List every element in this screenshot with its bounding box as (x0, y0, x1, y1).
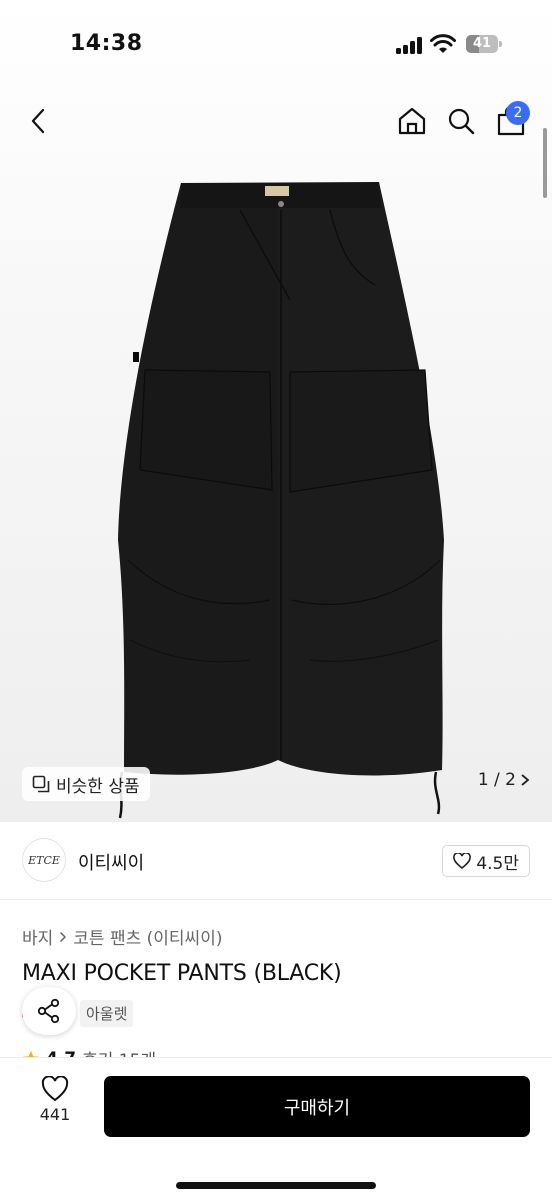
wishlist-count: 441 (39, 1105, 71, 1124)
similar-products-label: 비슷한 상품 (56, 776, 140, 797)
home-icon (398, 107, 426, 135)
brand-row[interactable]: ETCE 이티씨이 4.5만 (0, 822, 552, 900)
brand-like-count: 4.5만 (476, 853, 519, 874)
battery-level: 41 (472, 36, 492, 51)
search-button[interactable] (439, 88, 483, 154)
breadcrumb: 바지 코튼 팬츠 (이티씨이) (22, 924, 222, 949)
chevron-right-icon (521, 774, 530, 786)
home-indicator (176, 1182, 376, 1189)
brand-like-button[interactable]: 4.5만 (442, 845, 530, 877)
chevron-right-icon (60, 931, 67, 942)
brand-logo[interactable]: ETCE (22, 838, 66, 882)
outlet-tag: 아울렛 (80, 999, 134, 1027)
similar-icon (32, 775, 50, 793)
cart-count-badge: 2 (506, 101, 530, 125)
top-navigation (0, 88, 552, 154)
status-time: 14:38 (70, 31, 143, 56)
wifi-icon (430, 34, 456, 53)
buy-button[interactable]: 구매하기 (104, 1076, 530, 1137)
breadcrumb-category[interactable]: 바지 (22, 924, 53, 949)
search-icon (448, 108, 475, 135)
signal-icon (396, 36, 422, 54)
heart-icon (453, 853, 472, 869)
back-icon (31, 108, 45, 134)
breadcrumb-subcategory[interactable]: 코튼 팬츠 (이티씨이) (73, 924, 222, 949)
home-button[interactable] (390, 88, 434, 154)
similar-products-button[interactable]: 비슷한 상품 (22, 767, 150, 801)
brand-name[interactable]: 이티씨이 (78, 849, 144, 875)
product-title: MAXI POCKET PANTS (BLACK) (22, 961, 342, 986)
heart-icon (41, 1076, 69, 1102)
bottom-action-bar: 441 구매하기 (0, 1058, 552, 1200)
scrollbar[interactable] (543, 128, 547, 198)
share-icon (37, 998, 60, 1024)
pager-text: 1 / 2 (477, 770, 516, 790)
battery-icon: 41 (466, 35, 502, 53)
wishlist-button[interactable]: 441 (22, 1076, 88, 1138)
status-bar: 14:38 41 (0, 0, 552, 88)
image-pager[interactable]: 1 / 2 (478, 770, 530, 790)
back-button[interactable] (16, 88, 60, 154)
share-button[interactable] (22, 987, 76, 1035)
